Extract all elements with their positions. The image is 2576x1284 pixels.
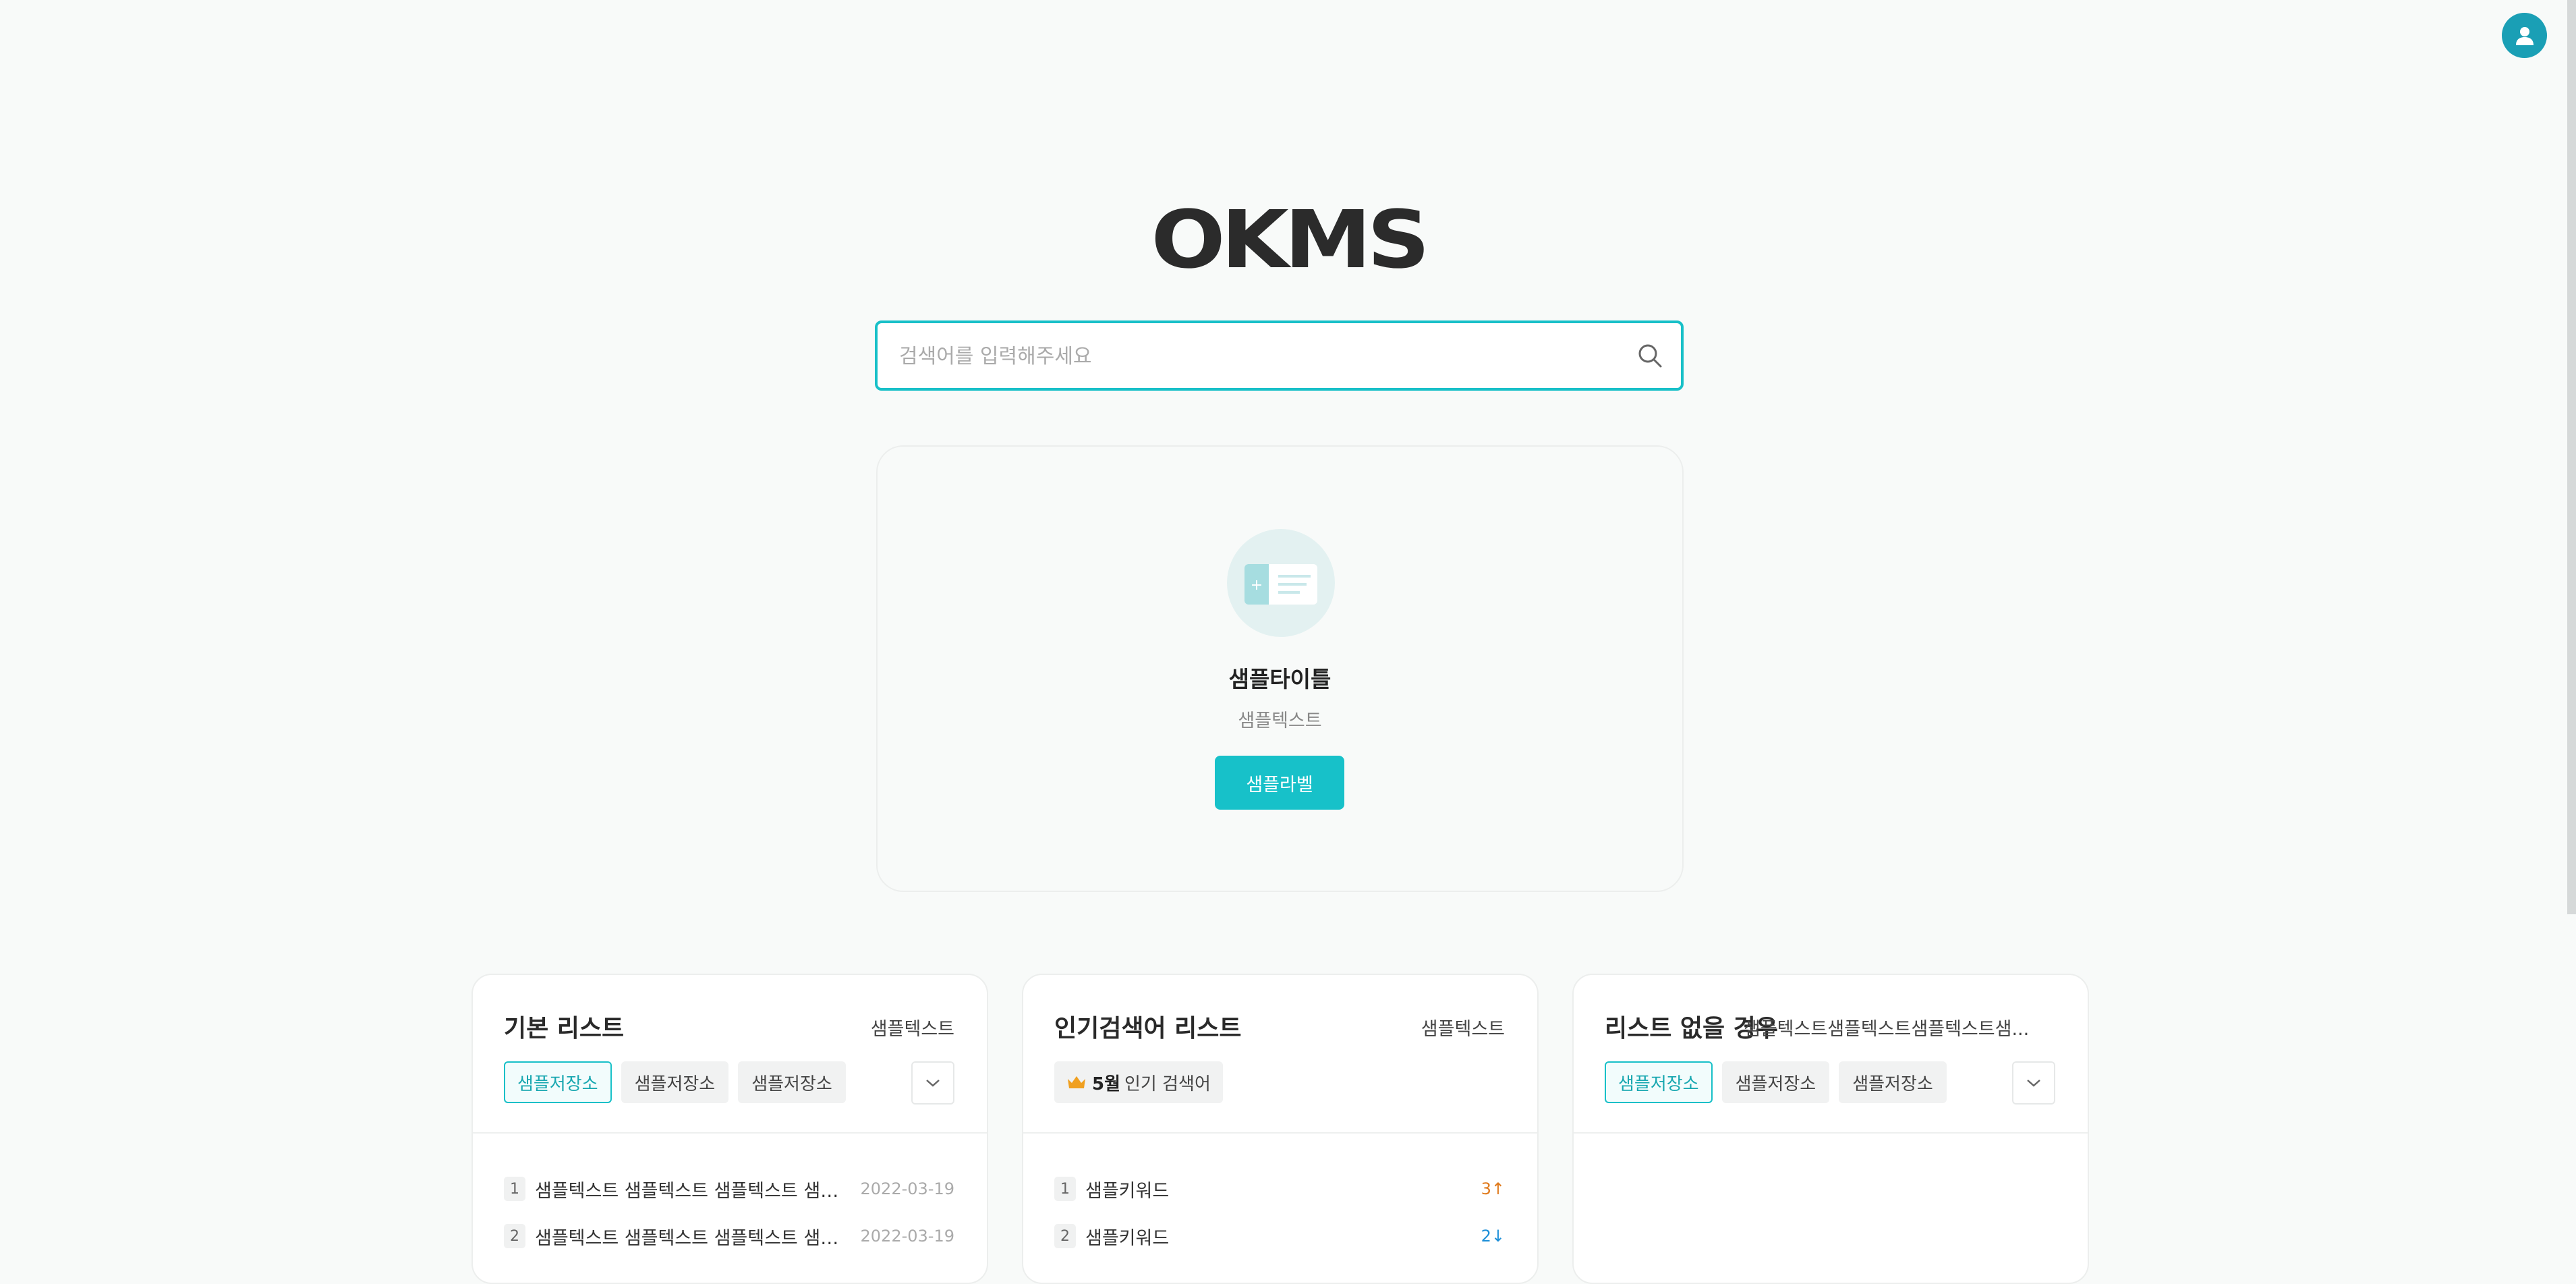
panel-basic-list: 기본 리스트 샘플텍스트 샘플저장소 샘플저장소 샘플저장소 1 샘플텍스트 샘… [471,974,988,1284]
panel-empty-list: 리스트 없을 경우 샘플텍스트샘플텍스트샘플텍스트샘... 샘플저장소 샘플저장… [1572,974,2089,1284]
feature-card: + 샘플타이틀 샘플텍스트 샘플라벨 [876,445,1684,892]
list-item[interactable]: 2 샘플키워드 2↓ [1054,1212,1505,1260]
item-number: 2 [1054,1224,1076,1248]
user-avatar-button[interactable] [2502,13,2547,58]
keyword[interactable]: 샘플키워드 [1085,1176,1481,1202]
item-date: 2022-03-19 [860,1227,954,1246]
tab-repository-1[interactable]: 샘플저장소 [1605,1061,1713,1103]
search-icon[interactable] [1636,342,1663,369]
keyword-list: 1 샘플키워드 3↑ 2 샘플키워드 2↓ [1054,1165,1505,1260]
divider [1574,1132,2088,1134]
page-scrollbar[interactable] [2567,0,2576,914]
panel-more-link[interactable]: 샘플텍스트 [871,1014,954,1040]
popular-badge: 5월 인기 검색어 [1054,1061,1223,1103]
feature-text: 샘플텍스트 [1238,710,1322,731]
svg-text:+: + [1251,577,1263,594]
chevron-down-icon [926,1080,940,1087]
item-list: 1 샘플텍스트 샘플텍스트 샘플텍스트 샘플... 2022-03-19 2 샘… [504,1165,954,1260]
chevron-down-icon [2027,1080,2040,1087]
tab-repository-1[interactable]: 샘플저장소 [504,1061,612,1103]
keyword[interactable]: 샘플키워드 [1085,1223,1481,1250]
dropdown-button[interactable] [2012,1061,2055,1105]
tab-group: 샘플저장소 샘플저장소 샘플저장소 [504,1061,846,1103]
tab-group: 샘플저장소 샘플저장소 샘플저장소 [1605,1061,1947,1103]
tab-repository-3[interactable]: 샘플저장소 [1839,1061,1947,1103]
tab-repository-2[interactable]: 샘플저장소 [621,1061,729,1103]
search-input[interactable] [898,323,1615,389]
item-number: 2 [504,1224,525,1248]
rank-change-up: 3↑ [1481,1179,1505,1198]
item-title[interactable]: 샘플텍스트 샘플텍스트 샘플텍스트 샘플... [535,1176,840,1202]
divider [1023,1132,1537,1134]
item-number: 1 [504,1177,525,1201]
item-title[interactable]: 샘플텍스트 샘플텍스트 샘플텍스트 샘플... [535,1223,840,1250]
list-item[interactable]: 1 샘플키워드 3↑ [1054,1165,1505,1212]
tab-repository-3[interactable]: 샘플저장소 [738,1061,846,1103]
badge-month: 5월 [1092,1073,1121,1094]
tab-repository-2[interactable]: 샘플저장소 [1721,1061,1830,1103]
document-card-icon: + [1227,529,1335,637]
item-date: 2022-03-19 [860,1179,954,1198]
panel-popular-search: 인기검색어 리스트 샘플텍스트 5월 인기 검색어 1 샘플키워드 3↑ 2 샘… [1022,974,1539,1284]
panel-more-link[interactable]: 샘플텍스트 [1421,1014,1505,1040]
dropdown-button[interactable] [911,1061,954,1105]
feature-title: 샘플타이틀 [1228,666,1332,692]
divider [473,1132,987,1134]
search-box[interactable] [875,320,1684,391]
feature-button[interactable]: 샘플라벨 [1215,756,1344,810]
list-item[interactable]: 1 샘플텍스트 샘플텍스트 샘플텍스트 샘플... 2022-03-19 [504,1165,954,1212]
user-icon [2515,26,2534,45]
rank-change-down: 2↓ [1481,1227,1505,1246]
item-number: 1 [1054,1177,1076,1201]
list-item[interactable]: 2 샘플텍스트 샘플텍스트 샘플텍스트 샘플... 2022-03-19 [504,1212,954,1260]
panel-title: 기본 리스트 [504,1015,625,1042]
logo[interactable]: OKMS [1125,199,1452,280]
badge-text: 인기 검색어 [1124,1073,1211,1094]
crown-icon [1068,1076,1085,1088]
panel-more-link[interactable]: 샘플텍스트샘플텍스트샘플텍스트샘... [1744,1014,2050,1040]
panel-title: 인기검색어 리스트 [1054,1015,1242,1042]
